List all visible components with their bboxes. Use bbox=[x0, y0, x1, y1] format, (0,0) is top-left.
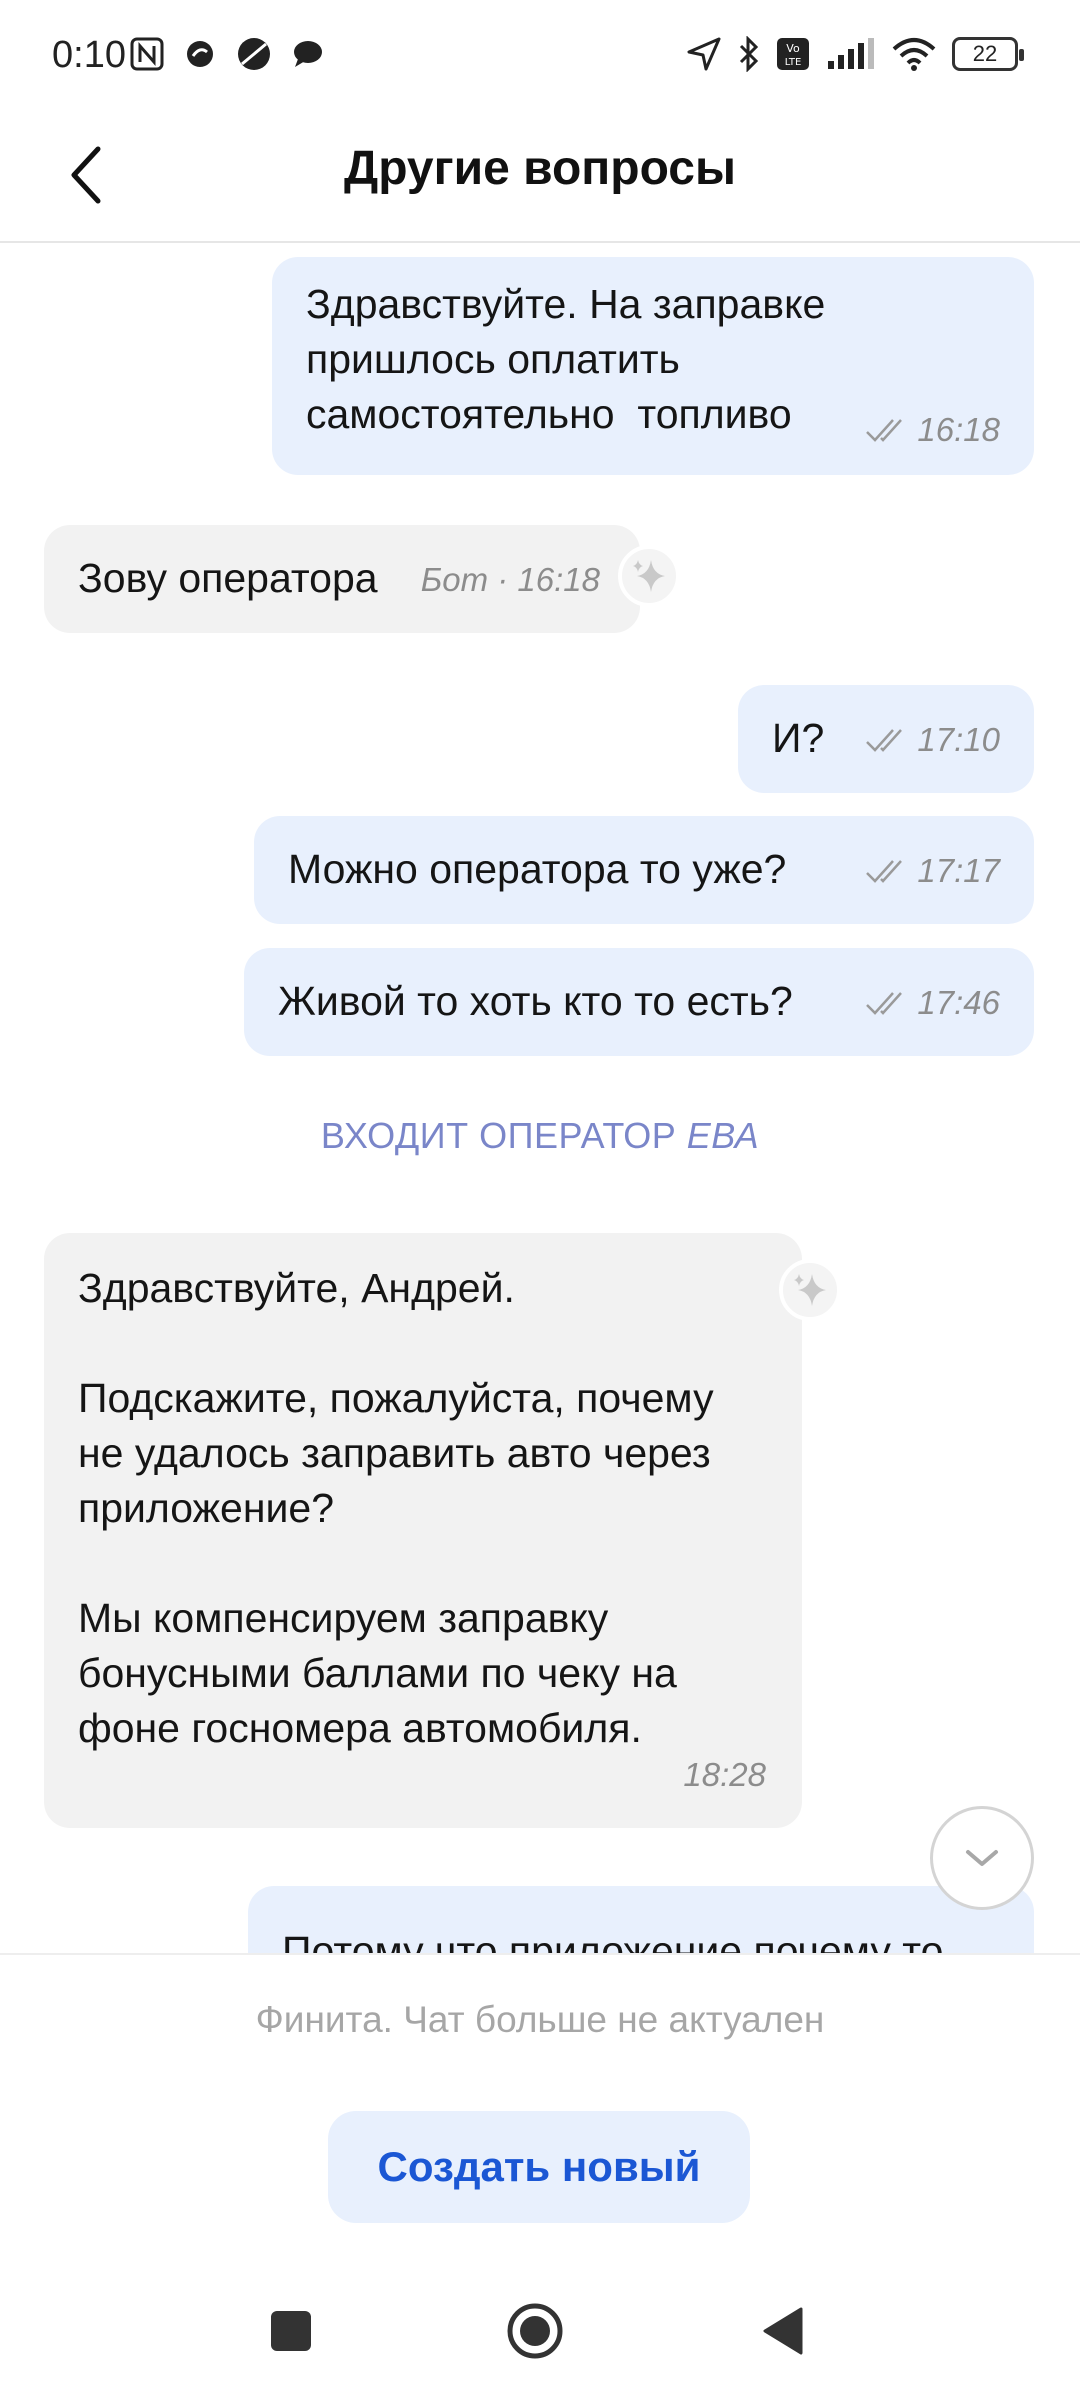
message-time: 17:10 bbox=[917, 721, 1000, 758]
message-time: 16:18 bbox=[917, 411, 1000, 448]
message-meta: 17:46 bbox=[865, 975, 1000, 1030]
chat-footer: Финита. Чат больше не актуален Создать н… bbox=[0, 1953, 1080, 2258]
signal-icon bbox=[826, 34, 876, 74]
outgoing-message[interactable]: Здравствуйте. На заправке пришлось оплат… bbox=[272, 257, 1034, 475]
sparkle-icon bbox=[794, 1274, 826, 1306]
square-icon bbox=[271, 2311, 311, 2351]
double-check-icon bbox=[866, 728, 903, 752]
message-meta: 17:17 bbox=[865, 843, 1000, 898]
double-check-icon bbox=[866, 859, 903, 883]
recents-button[interactable] bbox=[256, 2296, 326, 2366]
message-meta: 18:28 bbox=[683, 1747, 766, 1802]
create-new-chat-button[interactable]: Создать новый bbox=[328, 2111, 750, 2223]
chat-header: Другие вопросы bbox=[0, 115, 1080, 243]
nfc-icon bbox=[130, 34, 164, 74]
svg-text:LTE: LTE bbox=[785, 57, 802, 68]
status-time: 0:10 bbox=[52, 34, 126, 76]
operator-name: ЕВА bbox=[686, 1115, 760, 1156]
message-time: 17:46 bbox=[917, 984, 1000, 1021]
outgoing-message[interactable]: Потому что приложение почему то bbox=[248, 1886, 1034, 1953]
double-check-icon bbox=[866, 418, 903, 442]
home-button[interactable] bbox=[500, 2296, 570, 2366]
double-check-icon bbox=[866, 991, 903, 1015]
browser-icon bbox=[236, 34, 272, 74]
message-meta: Бот · 16:18 bbox=[421, 552, 600, 607]
message-text: Здравствуйте, Андрей. Подскажите, пожалу… bbox=[78, 1265, 714, 1751]
operator-message[interactable]: Здравствуйте, Андрей. Подскажите, пожалу… bbox=[44, 1233, 802, 1828]
svg-text:Vo: Vo bbox=[786, 42, 800, 55]
app-notification-icon bbox=[184, 34, 216, 74]
message-time: 17:17 bbox=[917, 852, 1000, 889]
message-time: Бот · 16:18 bbox=[420, 561, 600, 598]
chat-closed-status: Финита. Чат больше не актуален bbox=[255, 1999, 825, 2040]
location-icon bbox=[686, 34, 722, 74]
triangle-back-icon bbox=[763, 2307, 803, 2355]
outgoing-message[interactable]: Можно оператора то уже? 17:17 bbox=[254, 816, 1034, 924]
status-right-icons: Vo LTE 22 bbox=[686, 34, 1024, 74]
message-meta: 17:10 bbox=[865, 712, 1000, 767]
chat-bubble-icon bbox=[292, 34, 324, 74]
home-circle-icon bbox=[507, 2303, 563, 2359]
chat-messages[interactable]: Здравствуйте. На заправке пришлось оплат… bbox=[0, 243, 1080, 1953]
message-time: 18:28 bbox=[683, 1756, 766, 1793]
bluetooth-icon bbox=[738, 34, 760, 74]
message-meta: 16:18 bbox=[865, 402, 1000, 457]
sparkle-badge[interactable] bbox=[618, 545, 680, 607]
operator-join-notice: ВХОДИТ ОПЕРАТОР ЕВА bbox=[0, 1115, 1080, 1157]
scroll-down-button[interactable] bbox=[930, 1806, 1034, 1910]
bot-message[interactable]: Зову оператора Бот · 16:18 bbox=[44, 525, 640, 633]
volte-icon: Vo LTE bbox=[776, 34, 810, 74]
back-nav-button[interactable] bbox=[748, 2296, 818, 2366]
outgoing-message[interactable]: И? 17:10 bbox=[738, 685, 1034, 793]
operator-join-prefix: ВХОДИТ ОПЕРАТОР bbox=[320, 1115, 677, 1156]
battery-indicator: 22 bbox=[952, 37, 1024, 71]
sparkle-badge[interactable] bbox=[779, 1259, 841, 1321]
message-text: Потому что приложение почему то bbox=[282, 1928, 944, 1953]
sparkle-icon bbox=[633, 560, 665, 592]
status-left-icons bbox=[130, 34, 324, 74]
wifi-icon bbox=[892, 34, 936, 74]
system-nav-bar bbox=[0, 2258, 1080, 2400]
status-bar: 0:10 Vo LTE 22 bbox=[0, 0, 1080, 115]
page-title: Другие вопросы bbox=[344, 142, 736, 195]
chevron-down-icon bbox=[966, 1850, 998, 1866]
outgoing-message[interactable]: Живой то хоть кто то есть? 17:46 bbox=[244, 948, 1034, 1056]
